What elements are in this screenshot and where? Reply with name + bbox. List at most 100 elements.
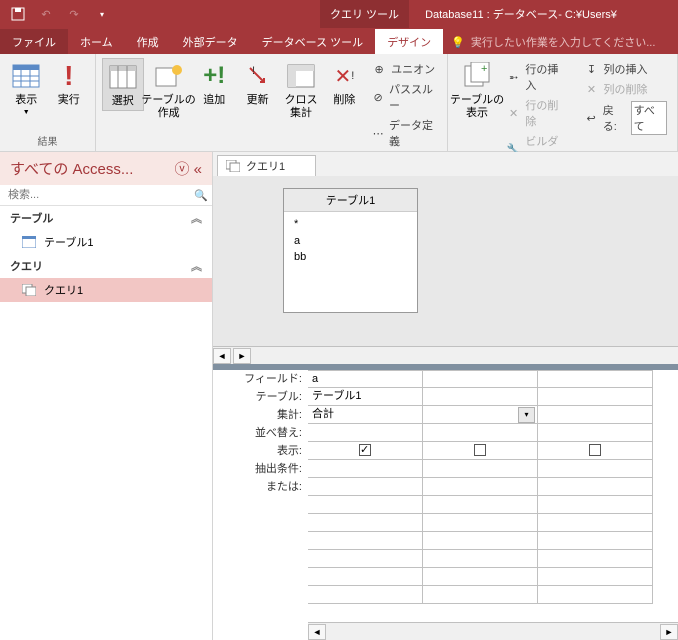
undo-icon[interactable]: ↶ bbox=[34, 2, 58, 26]
navigation-pane: すべての Access... ⓥ « 🔍 テーブル︽ テーブル1 クエリ︽ クエ… bbox=[0, 152, 213, 640]
redo-icon[interactable]: ↷ bbox=[62, 2, 86, 26]
insert-row-button[interactable]: ➵行の挿入 bbox=[502, 60, 571, 94]
search-input[interactable] bbox=[0, 185, 190, 205]
cell-criteria-2[interactable] bbox=[538, 460, 653, 478]
cell-blank[interactable] bbox=[308, 568, 423, 586]
cell-field-2[interactable] bbox=[538, 370, 653, 388]
tab-home[interactable]: ホーム bbox=[68, 29, 125, 54]
cell-table-2[interactable] bbox=[538, 388, 653, 406]
cell-blank[interactable] bbox=[423, 532, 538, 550]
grid-hscroll[interactable]: ◄ ► bbox=[308, 622, 678, 640]
delete-col-icon: ✕ bbox=[583, 81, 599, 97]
scroll-right-icon[interactable]: ► bbox=[233, 348, 251, 364]
cell-table-0[interactable]: テーブル1 bbox=[308, 388, 423, 406]
maketable-label: テーブルの 作成 bbox=[141, 94, 195, 120]
nav-dropdown-icon[interactable]: ⓥ « bbox=[174, 158, 202, 179]
view-button[interactable]: 表示 ▼ bbox=[6, 58, 47, 118]
cell-blank[interactable] bbox=[308, 550, 423, 568]
nav-header[interactable]: すべての Access... ⓥ « bbox=[0, 152, 212, 185]
run-button[interactable]: ! 実行 bbox=[49, 58, 90, 109]
field-bb[interactable]: bb bbox=[294, 249, 407, 266]
select-query-button[interactable]: 選択 bbox=[102, 58, 144, 111]
showtable-button[interactable]: + テーブルの 表示 bbox=[454, 58, 500, 122]
cell-sort-0[interactable] bbox=[308, 424, 423, 442]
cell-blank[interactable] bbox=[423, 550, 538, 568]
cell-total-0[interactable]: 合計 bbox=[308, 406, 423, 424]
tab-external-data[interactable]: 外部データ bbox=[171, 29, 250, 54]
checkbox[interactable] bbox=[474, 444, 486, 456]
cell-blank[interactable] bbox=[308, 514, 423, 532]
cell-or-0[interactable] bbox=[308, 478, 423, 496]
cell-blank[interactable] bbox=[423, 514, 538, 532]
search-icon[interactable]: 🔍 bbox=[190, 189, 212, 202]
cell-or-2[interactable] bbox=[538, 478, 653, 496]
save-icon[interactable] bbox=[6, 2, 30, 26]
append-button[interactable]: +! 追加 bbox=[194, 58, 235, 109]
cell-blank[interactable] bbox=[423, 586, 538, 604]
delete-query-button[interactable]: ✕! 削除 bbox=[324, 58, 365, 109]
cell-criteria-0[interactable] bbox=[308, 460, 423, 478]
cell-total-1[interactable] bbox=[423, 406, 538, 424]
datadef-button[interactable]: ⋯データ定義 bbox=[367, 116, 441, 150]
cell-sort-2[interactable] bbox=[538, 424, 653, 442]
svg-text:+: + bbox=[481, 63, 487, 75]
passthrough-button[interactable]: ⊘パススルー bbox=[367, 80, 441, 114]
queries-group-label: クエリ bbox=[10, 258, 43, 274]
checkbox[interactable] bbox=[589, 444, 601, 456]
return-rows[interactable]: ↩戻る: すべて bbox=[579, 100, 671, 136]
return-value[interactable]: すべて bbox=[631, 101, 667, 135]
datasheet-icon bbox=[10, 60, 42, 92]
union-button[interactable]: ⊕ユニオン bbox=[367, 60, 441, 78]
tab-file[interactable]: ファイル bbox=[0, 29, 68, 54]
query-designer-upper[interactable]: テーブル1 * a bb bbox=[213, 176, 678, 346]
table-box-table1[interactable]: テーブル1 * a bb bbox=[283, 188, 418, 313]
scroll-right-icon[interactable]: ► bbox=[660, 624, 678, 640]
scroll-left-icon[interactable]: ◄ bbox=[308, 624, 326, 640]
cell-sort-1[interactable] bbox=[423, 424, 538, 442]
field-star[interactable]: * bbox=[294, 216, 407, 233]
cell-show-0[interactable] bbox=[308, 442, 423, 460]
checkbox[interactable] bbox=[359, 444, 371, 456]
nav-group-tables[interactable]: テーブル︽ bbox=[0, 206, 212, 230]
cell-blank[interactable] bbox=[308, 586, 423, 604]
nav-group-queries[interactable]: クエリ︽ bbox=[0, 254, 212, 278]
cell-total-2[interactable] bbox=[538, 406, 653, 424]
tablebox-title: テーブル1 bbox=[284, 189, 417, 212]
doctab-query1[interactable]: クエリ1 bbox=[217, 155, 316, 176]
view-label: 表示 bbox=[15, 94, 37, 107]
field-a[interactable]: a bbox=[294, 233, 407, 250]
tell-me[interactable]: 💡 実行したい作業を入力してください... bbox=[443, 30, 663, 54]
cell-or-1[interactable] bbox=[423, 478, 538, 496]
delete-row-icon: ✕ bbox=[506, 105, 521, 121]
cell-blank[interactable] bbox=[308, 532, 423, 550]
cell-criteria-1[interactable] bbox=[423, 460, 538, 478]
row-label-criteria: 抽出条件: bbox=[213, 460, 308, 478]
cell-blank[interactable] bbox=[538, 514, 653, 532]
tab-design[interactable]: デザイン bbox=[375, 29, 443, 54]
cell-field-1[interactable] bbox=[423, 370, 538, 388]
qat-customize-icon[interactable]: ▾ bbox=[90, 2, 114, 26]
cell-blank[interactable] bbox=[538, 568, 653, 586]
cell-field-0[interactable]: a bbox=[308, 370, 423, 388]
nav-item-table1[interactable]: テーブル1 bbox=[0, 230, 212, 254]
tab-database-tools[interactable]: データベース ツール bbox=[250, 29, 376, 54]
tab-create[interactable]: 作成 bbox=[125, 29, 171, 54]
cell-show-1[interactable] bbox=[423, 442, 538, 460]
cell-blank[interactable] bbox=[538, 586, 653, 604]
cell-blank[interactable] bbox=[308, 496, 423, 514]
cell-blank[interactable] bbox=[538, 496, 653, 514]
upper-hscroll[interactable]: ◄ ► bbox=[213, 346, 678, 364]
cell-blank[interactable] bbox=[538, 550, 653, 568]
cell-blank[interactable] bbox=[538, 532, 653, 550]
cell-table-1[interactable] bbox=[423, 388, 538, 406]
scroll-left-icon[interactable]: ◄ bbox=[213, 348, 231, 364]
row-label-field: フィールド: bbox=[213, 370, 308, 388]
cell-show-2[interactable] bbox=[538, 442, 653, 460]
nav-item-query1[interactable]: クエリ1 bbox=[0, 278, 212, 302]
insert-col-button[interactable]: ↧列の挿入 bbox=[579, 60, 671, 78]
update-button[interactable]: ! 更新 bbox=[237, 58, 278, 109]
maketable-button[interactable]: テーブルの 作成 bbox=[146, 58, 192, 122]
cell-blank[interactable] bbox=[423, 496, 538, 514]
cell-blank[interactable] bbox=[423, 568, 538, 586]
crosstab-button[interactable]: クロス 集計 bbox=[280, 58, 321, 122]
